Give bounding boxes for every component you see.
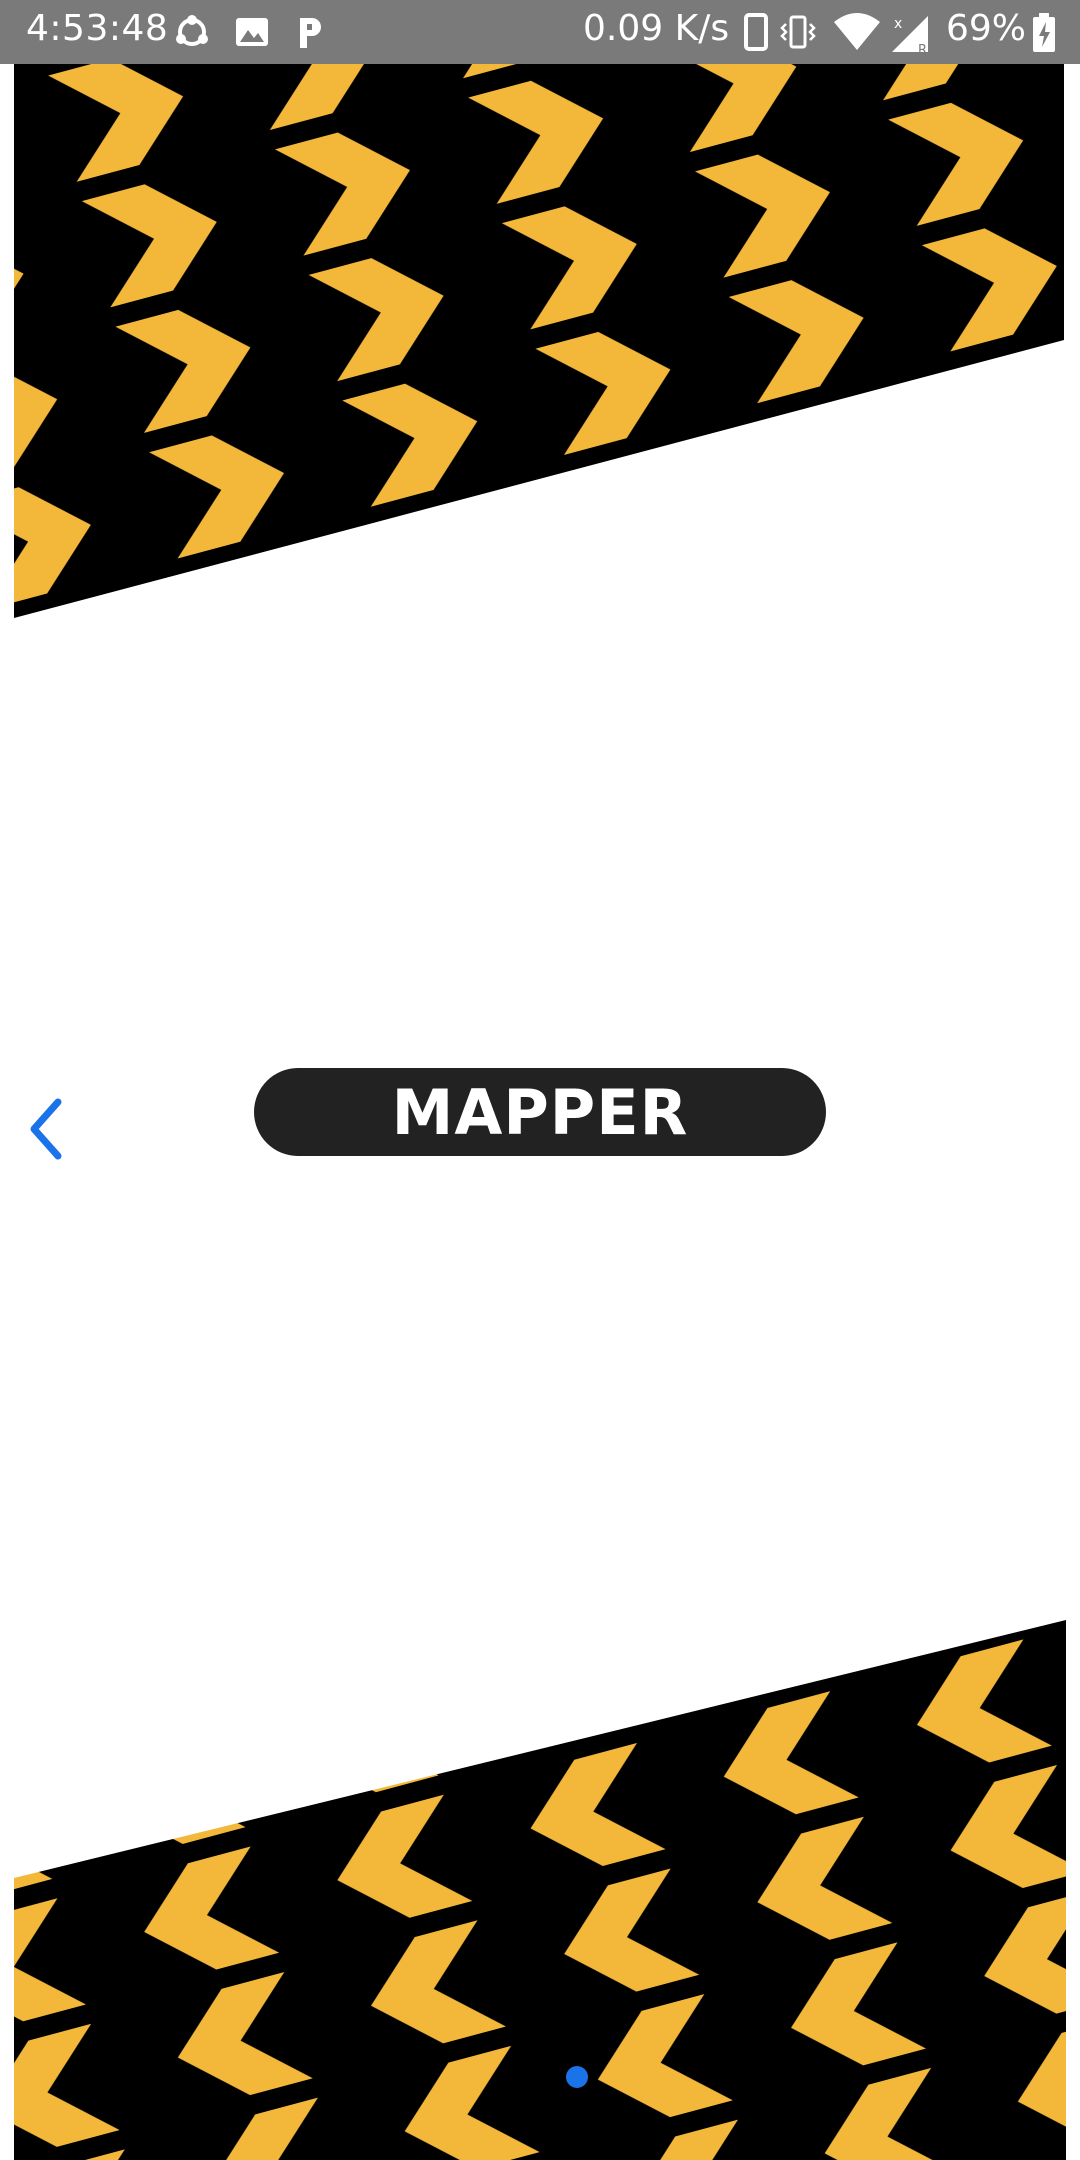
hazard-stripe-top xyxy=(14,64,1064,618)
wifi-icon xyxy=(832,12,882,52)
back-button[interactable] xyxy=(24,1094,74,1164)
p-app-icon xyxy=(290,12,330,52)
status-time: 4:53:48 xyxy=(26,8,169,49)
mapper-screen: 4:53:48 0.09 K/s x R 69% MAPPER xyxy=(0,0,1080,2160)
phone-icon xyxy=(736,12,776,52)
image-icon xyxy=(232,12,272,52)
battery-percent: 69% xyxy=(946,8,1027,49)
vibrate-icon xyxy=(778,12,818,52)
signal-icon: x R xyxy=(888,12,934,58)
title-pill: MAPPER xyxy=(254,1068,826,1156)
status-bar: 4:53:48 0.09 K/s x R 69% xyxy=(0,0,1080,64)
svg-text:x: x xyxy=(894,16,902,32)
chevron-left-icon xyxy=(30,1098,62,1160)
battery-icon xyxy=(1030,12,1060,52)
svg-text:R: R xyxy=(918,43,927,56)
network-speed: 0.09 K/s xyxy=(583,8,730,49)
page-indicator-dot xyxy=(566,2066,588,2088)
page-title: MAPPER xyxy=(391,1075,689,1149)
hazard-stripe-bottom xyxy=(14,1620,1066,2160)
sync-icon xyxy=(172,12,212,52)
